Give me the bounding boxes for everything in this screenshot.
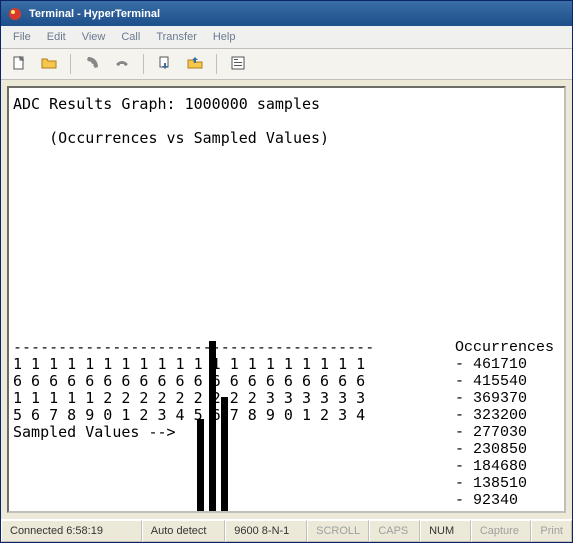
legend-tick: 46170: [455, 509, 554, 513]
send-button[interactable]: [153, 52, 177, 76]
phone-icon: [84, 55, 100, 74]
toolbar-separator: [143, 54, 144, 74]
legend-tick: 461710: [455, 356, 554, 373]
legend-tick: 369370: [455, 390, 554, 407]
menu-file[interactable]: File: [5, 29, 39, 45]
legend-tick: 277030: [455, 424, 554, 441]
chart-bar: [221, 397, 228, 513]
status-num: NUM: [420, 520, 471, 542]
menu-edit[interactable]: Edit: [39, 29, 74, 45]
properties-button[interactable]: [226, 52, 250, 76]
legend-tick: 138510: [455, 475, 554, 492]
status-capture: Capture: [471, 520, 532, 542]
client-area: ADC Results Graph: 1000000 samples (Occu…: [1, 80, 572, 519]
chart-bars: [197, 339, 233, 513]
legend-tick: 323200: [455, 407, 554, 424]
chart-bar: [209, 341, 216, 513]
chart-bar: [197, 419, 204, 513]
status-print: Print: [531, 520, 572, 542]
term-blank: [13, 113, 560, 130]
legend-tick: 230850: [455, 441, 554, 458]
status-scroll: SCROLL: [307, 520, 369, 542]
legend-tick: 184680: [455, 458, 554, 475]
status-port: 9600 8-N-1: [225, 520, 307, 542]
titlebar[interactable]: Terminal - HyperTerminal: [1, 1, 572, 26]
call-button[interactable]: [80, 52, 104, 76]
chart-area: Occurrences 461710 415540 369370 323200 …: [13, 339, 560, 441]
menu-view[interactable]: View: [74, 29, 114, 45]
toolbar: [1, 49, 572, 80]
folder-open-icon: [41, 55, 57, 74]
statusbar: Connected 6:58:19 Auto detect 9600 8-N-1…: [1, 519, 572, 542]
legend-tick: 415540: [455, 373, 554, 390]
status-caps: CAPS: [369, 520, 420, 542]
send-file-icon: [157, 55, 173, 74]
menubar: File Edit View Call Transfer Help: [1, 26, 572, 49]
menu-transfer[interactable]: Transfer: [148, 29, 205, 45]
term-title: ADC Results Graph: 1000000 samples: [13, 96, 560, 113]
menu-call[interactable]: Call: [113, 29, 148, 45]
toolbar-separator: [70, 54, 71, 74]
properties-icon: [230, 55, 246, 74]
term-subtitle: (Occurrences vs Sampled Values): [13, 130, 560, 147]
receive-file-icon: [187, 55, 203, 74]
status-detect: Auto detect: [142, 520, 225, 542]
legend-header: Occurrences: [455, 339, 554, 356]
app-window: Terminal - HyperTerminal File Edit View …: [0, 0, 573, 543]
menu-help[interactable]: Help: [205, 29, 244, 45]
phone-hangup-icon: [114, 55, 130, 74]
app-icon: [7, 6, 23, 22]
disconnect-button[interactable]: [110, 52, 134, 76]
toolbar-separator: [216, 54, 217, 74]
new-button[interactable]: [7, 52, 31, 76]
receive-button[interactable]: [183, 52, 207, 76]
status-connected: Connected 6:58:19: [1, 520, 142, 542]
terminal-output[interactable]: ADC Results Graph: 1000000 samples (Occu…: [7, 86, 566, 513]
legend-tick: 92340: [455, 492, 554, 509]
open-button[interactable]: [37, 52, 61, 76]
chart-legend: Occurrences 461710 415540 369370 323200 …: [455, 339, 554, 513]
window-title: Terminal - HyperTerminal: [29, 8, 160, 20]
new-file-icon: [11, 55, 27, 74]
